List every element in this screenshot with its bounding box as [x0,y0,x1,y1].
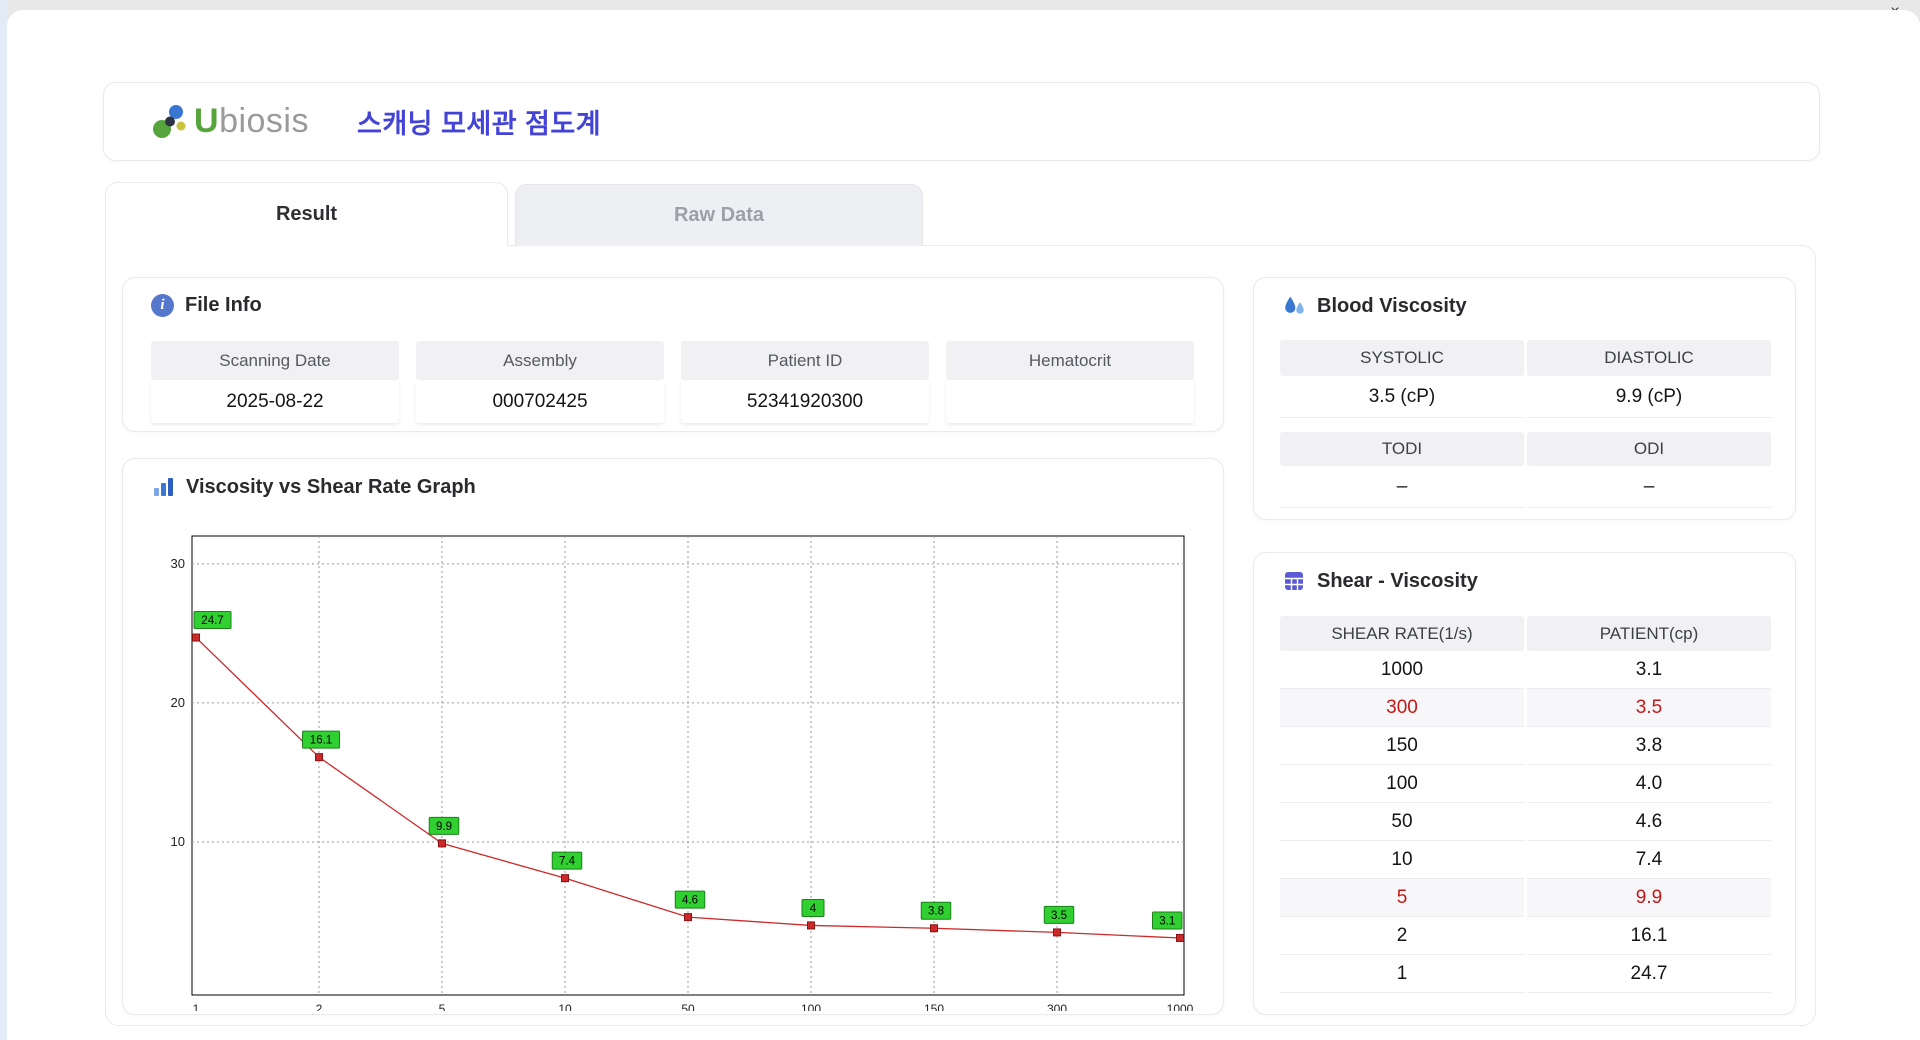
shear-rate-cell: 300 [1280,689,1524,727]
table-row: 50 4.6 [1280,803,1771,841]
svg-text:50: 50 [681,1002,695,1011]
field-value [946,380,1194,423]
svg-text:1000: 1000 [1167,1002,1194,1011]
field-hematocrit: Hematocrit [946,341,1194,423]
patient-value-cell: 3.1 [1527,651,1771,689]
table-row: 2 16.1 [1280,917,1771,955]
table-row: 150 3.8 [1280,727,1771,765]
patient-value-cell: 24.7 [1527,955,1771,993]
table-row: 100 4.0 [1280,765,1771,803]
droplet-icon [1285,296,1304,314]
viscosity-chart-svg: 10 20 30 1 2 5 10 50 100 150 300 1000 24.7 16.1 9.9 7.4… [171,535,1194,1011]
info-icon: i [151,294,174,317]
brand-initial: U [194,102,220,140]
table-header-row: SHEAR RATE(1/s) PATIENT(cp) [1280,616,1771,651]
shear-rate-cell: 5 [1280,879,1524,917]
col-patient: PATIENT(cp) [1527,616,1771,651]
patient-value-cell: 16.1 [1527,917,1771,955]
svg-text:5: 5 [439,1002,446,1011]
svg-text:300: 300 [1047,1002,1067,1011]
svg-text:3.1: 3.1 [1159,915,1175,927]
field-label: Scanning Date [151,341,399,380]
table-row: 1 24.7 [1280,955,1771,993]
svg-text:16.1: 16.1 [310,735,332,747]
blood-viscosity-table: SYSTOLIC DIASTOLIC 3.5 (cP) 9.9 (cP) TOD… [1280,340,1771,508]
field-label: Assembly [416,341,664,380]
patient-value-cell: 3.5 [1527,689,1771,727]
viscosity-graph-card: Viscosity vs Shear Rate Graph 10 20 30 1 2 5 1… [122,458,1224,1015]
blood-viscosity-card: Blood Viscosity SYSTOLIC DIASTOLIC 3.5 (… [1253,277,1796,520]
shear-rate-cell: 1 [1280,955,1524,993]
blood-viscosity-title: Blood Viscosity [1317,294,1467,317]
svg-text:10: 10 [171,834,185,849]
window-left-edge [0,0,7,1040]
svg-text:100: 100 [801,1002,821,1011]
svg-text:1: 1 [193,1002,200,1011]
svg-text:4: 4 [810,903,817,915]
todi-label: TODI [1280,432,1524,466]
odi-label: ODI [1527,432,1771,466]
patient-value-cell: 7.4 [1527,841,1771,879]
shear-rate-cell: 2 [1280,917,1524,955]
svg-text:30: 30 [171,556,185,571]
logo-dots-icon [153,104,186,138]
app-title: 스캐닝 모세관 점도계 [357,109,602,139]
tab-raw-data[interactable]: Raw Data [515,184,923,246]
table-row: 300 3.5 [1280,689,1771,727]
file-info-fields: Scanning Date 2025-08-22 Assembly 000702… [151,341,1194,423]
todi-value: – [1280,466,1524,508]
bar-chart-icon [154,478,173,496]
svg-text:20: 20 [171,695,185,710]
table-row: 5 9.9 [1280,879,1771,917]
ubiosis-logo: Ubiosis [150,102,309,142]
tab-result[interactable]: Result [105,182,508,246]
svg-text:2: 2 [316,1002,323,1011]
table-row: 1000 3.1 [1280,651,1771,689]
field-patient-id: Patient ID 52341920300 [681,341,929,423]
systolic-label: SYSTOLIC [1280,340,1524,376]
header-card: Ubiosis 스캐닝 모세관 점도계 [103,82,1820,161]
field-assembly: Assembly 000702425 [416,341,664,423]
svg-text:4.6: 4.6 [682,895,698,907]
field-scanning-date: Scanning Date 2025-08-22 [151,341,399,423]
table-grid-icon [1285,572,1303,590]
graph-title: Viscosity vs Shear Rate Graph [186,475,476,498]
svg-text:9.9: 9.9 [436,821,452,833]
file-info-card: i File Info Scanning Date 2025-08-22 Ass… [122,277,1224,432]
svg-text:3.5: 3.5 [1051,910,1067,922]
diastolic-value: 9.9 (cP) [1527,376,1771,418]
field-label: Patient ID [681,341,929,380]
app-screen: × Ubiosis 스캐닝 모세관 점도계 Result Raw Data i … [0,0,1920,1040]
shear-rate-cell: 1000 [1280,651,1524,689]
shear-viscosity-table: SHEAR RATE(1/s) PATIENT(cp) 1000 3.1 300… [1280,616,1771,993]
shear-rate-cell: 150 [1280,727,1524,765]
brand-rest: biosis [219,102,309,140]
shear-viscosity-title: Shear - Viscosity [1317,569,1478,592]
patient-value-cell: 3.8 [1527,727,1771,765]
field-value: 2025-08-22 [151,380,399,423]
patient-value-cell: 9.9 [1527,879,1771,917]
shear-rate-cell: 50 [1280,803,1524,841]
svg-text:24.7: 24.7 [201,615,223,627]
table-row: 10 7.4 [1280,841,1771,879]
col-shear-rate: SHEAR RATE(1/s) [1280,616,1524,651]
brand-name: Ubiosis [194,102,309,141]
systolic-value: 3.5 (cP) [1280,376,1524,418]
shear-rate-cell: 10 [1280,841,1524,879]
odi-value: – [1527,466,1771,508]
shear-rate-cell: 100 [1280,765,1524,803]
svg-text:10: 10 [558,1002,572,1011]
field-value: 000702425 [416,380,664,423]
diastolic-label: DIASTOLIC [1527,340,1771,376]
field-value: 52341920300 [681,380,929,423]
svg-text:7.4: 7.4 [559,856,576,868]
field-label: Hematocrit [946,341,1194,380]
patient-value-cell: 4.6 [1527,803,1771,841]
shear-viscosity-card: Shear - Viscosity SHEAR RATE(1/s) PATIEN… [1253,552,1796,1015]
svg-text:3.8: 3.8 [928,906,944,918]
patient-value-cell: 4.0 [1527,765,1771,803]
file-info-title: File Info [185,294,262,316]
svg-text:150: 150 [924,1002,944,1011]
